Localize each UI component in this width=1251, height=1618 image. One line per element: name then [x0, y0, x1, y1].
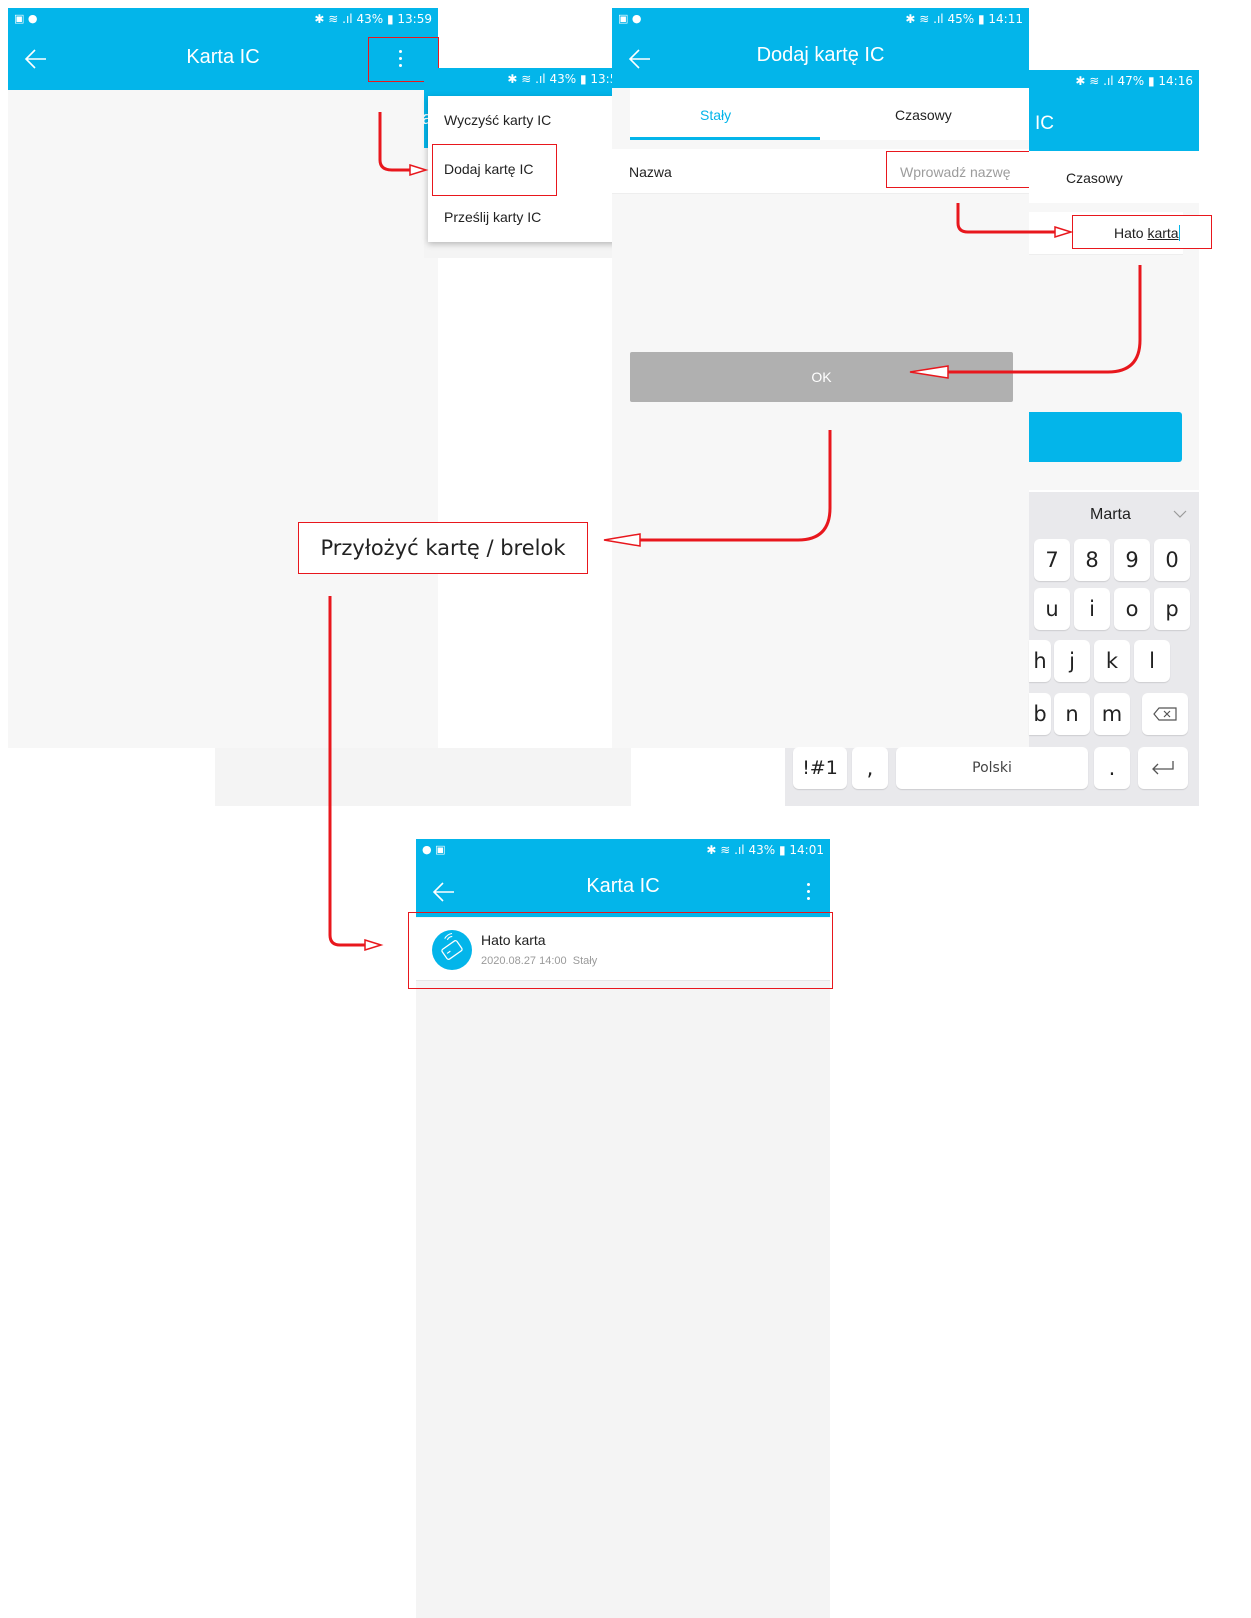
annotation-arrows [328, 112, 1142, 952]
arrow-to-add-card [378, 112, 410, 172]
arrow-to-card-list-head [364, 938, 384, 952]
arrow-to-card-list [328, 596, 365, 947]
arrow-to-ok [948, 265, 1142, 374]
arrow-to-add-card-head [409, 163, 429, 177]
arrow-to-name-value [956, 203, 1055, 234]
arrow-to-callout-head [603, 533, 641, 547]
arrow-to-callout [640, 430, 832, 542]
arrow-to-name-value-head [1054, 225, 1074, 239]
arrow-to-ok-head [909, 365, 949, 379]
